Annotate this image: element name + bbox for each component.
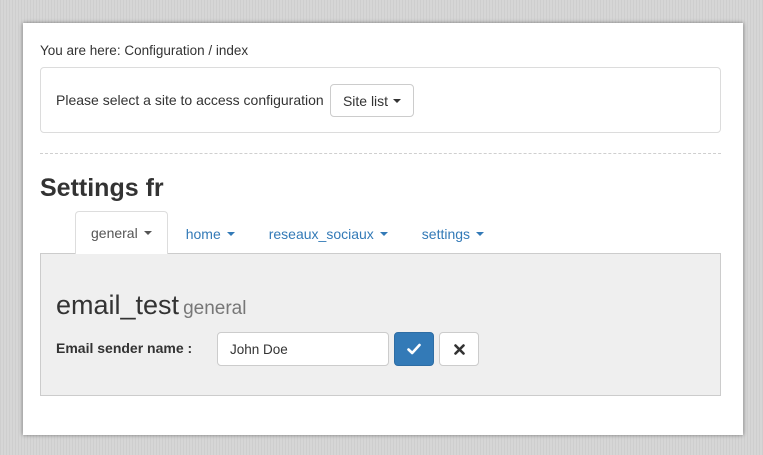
site-list-button-label: Site list: [342, 92, 389, 109]
tab-bar: general home reseaux_sociaux settings: [75, 211, 502, 254]
tab-general[interactable]: general: [75, 211, 168, 254]
confirm-button[interactable]: [394, 332, 434, 366]
close-icon: [453, 343, 465, 355]
divider: [40, 153, 721, 154]
caret-down-icon: [379, 231, 388, 236]
breadcrumb: You are here: Configuration / index: [40, 43, 249, 58]
email-sender-name-input[interactable]: [217, 332, 389, 366]
main-panel: You are here: Configuration / index Plea…: [23, 23, 743, 435]
check-icon: [407, 343, 421, 355]
tab-label: settings: [421, 225, 471, 242]
site-list-button[interactable]: Site list: [330, 84, 414, 117]
tab-label: general: [91, 225, 138, 241]
caret-down-icon: [476, 231, 485, 236]
caret-down-icon: [226, 231, 235, 236]
site-selector-label: Please select a site to access configura…: [56, 92, 324, 108]
tab-label: home: [185, 225, 221, 242]
tab-home[interactable]: home: [170, 212, 251, 254]
tab-settings[interactable]: settings: [406, 212, 500, 254]
section-title-text: email_test: [56, 290, 180, 320]
caret-down-icon: [393, 98, 402, 103]
cancel-button[interactable]: [439, 332, 479, 366]
tab-reseaux-sociaux[interactable]: reseaux_sociaux: [253, 212, 404, 254]
tab-label: reseaux_sociaux: [268, 225, 374, 242]
caret-down-icon: [143, 231, 152, 235]
section-title: email_test general: [56, 290, 246, 321]
site-selector-box: Please select a site to access configura…: [40, 67, 721, 133]
section-subtitle: general: [183, 298, 247, 319]
email-sender-name-label: Email sender name :: [56, 340, 193, 356]
page-title: Settings fr: [40, 174, 164, 202]
tab-content: email_test general Email sender name :: [40, 253, 721, 396]
